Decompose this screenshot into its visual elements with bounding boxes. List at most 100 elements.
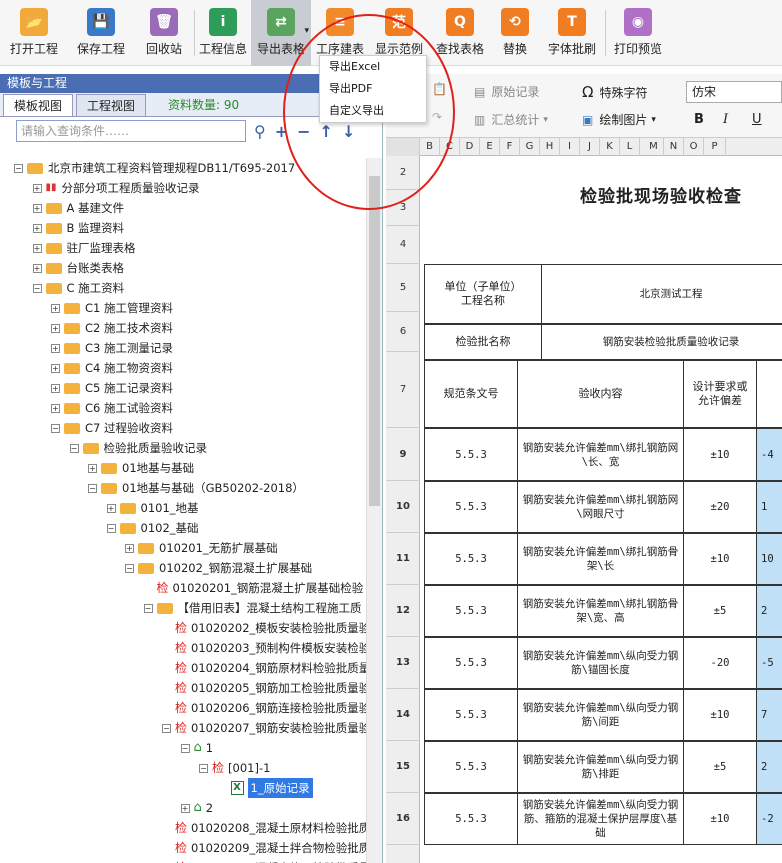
italic-button[interactable]: I: [723, 112, 728, 127]
content-cell[interactable]: 钢筋安装允许偏差mm\绑扎钢筋骨架\宽、高: [517, 585, 684, 637]
tree-node[interactable]: + ▮▮ 分部分项工程质量验收记录: [32, 178, 200, 198]
tree-node[interactable]: 检 01020202_模板安装检验批质量验: [162, 618, 366, 638]
tree-node[interactable]: +01地基与基础: [88, 458, 194, 478]
row-number[interactable]: 16: [386, 793, 420, 845]
font-select[interactable]: 仿宋: [686, 81, 782, 103]
expand-toggle-icon[interactable]: −: [32, 283, 42, 293]
expand-toggle-icon[interactable]: +: [51, 403, 60, 413]
toolbar-button-10[interactable]: ◉ 打印预览: [606, 0, 670, 66]
toolbar-button-9[interactable]: T 字体批刷: [539, 0, 605, 66]
row-number[interactable]: 10: [386, 481, 420, 533]
value-cell[interactable]: -4: [756, 428, 782, 481]
column-letter[interactable]: O: [684, 138, 704, 156]
row-number[interactable]: 9: [386, 428, 420, 481]
tree-node[interactable]: + 台账类表格: [32, 258, 124, 278]
tree-node[interactable]: 检 01020206_钢筋连接检验批质量验: [162, 698, 366, 718]
design-cell[interactable]: -20: [683, 637, 757, 689]
design-cell[interactable]: ±10: [683, 533, 757, 585]
tree-node[interactable]: 检 01020209_混凝土拌合物检验批质: [162, 838, 366, 858]
expand-toggle-icon[interactable]: +: [32, 203, 42, 213]
row-number[interactable]: 5: [386, 264, 420, 312]
row-number[interactable]: 11: [386, 533, 420, 585]
row-number[interactable]: 7: [386, 352, 420, 428]
design-cell[interactable]: ±10: [683, 689, 757, 741]
dropdown-item[interactable]: 导出Excel: [320, 56, 426, 78]
expand-toggle-icon[interactable]: −: [199, 763, 208, 773]
header-content-cell[interactable]: 验收内容: [517, 360, 684, 428]
tree-node[interactable]: − C 施工资料: [32, 278, 124, 298]
row-number[interactable]: 6: [386, 312, 420, 352]
row-number[interactable]: 14: [386, 689, 420, 741]
row-number[interactable]: 12: [386, 585, 420, 637]
column-letter[interactable]: G: [520, 138, 540, 156]
expand-toggle-icon[interactable]: −: [162, 723, 171, 733]
value-cell[interactable]: 10: [756, 533, 782, 585]
expand-toggle-icon[interactable]: +: [125, 543, 134, 553]
spec-cell[interactable]: 5.5.3: [424, 793, 518, 845]
expand-toggle-icon[interactable]: −: [88, 483, 97, 493]
content-cell[interactable]: 钢筋安装允许偏差mm\绑扎钢筋网\网眼尺寸: [517, 481, 684, 533]
tree-node[interactable]: − C7 过程验收资料: [51, 418, 173, 438]
tree-node[interactable]: − 01地基与基础（GB50202-2018）: [88, 478, 304, 498]
tree-node[interactable]: 检 01020208_混凝土原材料检验批质: [162, 818, 366, 838]
value-cell[interactable]: 1: [756, 481, 782, 533]
spec-cell[interactable]: 5.5.3: [424, 585, 518, 637]
toolbar-button-2[interactable]: 🗑 回收站: [134, 0, 194, 66]
raw-record-button[interactable]: ▤ 原始记录: [474, 83, 539, 100]
bold-button[interactable]: B: [694, 112, 704, 127]
column-letter[interactable]: C: [440, 138, 460, 156]
column-letter[interactable]: B: [420, 138, 440, 156]
expand-toggle-icon[interactable]: −: [69, 443, 79, 453]
expand-toggle-icon[interactable]: −: [51, 423, 60, 433]
design-cell[interactable]: ±20: [683, 481, 757, 533]
expand-toggle-icon[interactable]: +: [51, 363, 60, 373]
tree-node[interactable]: − 检 [001]-1: [199, 758, 270, 778]
expand-toggle-icon[interactable]: −: [180, 743, 190, 753]
unit-label-cell[interactable]: 单位（子单位） 工程名称: [424, 264, 542, 324]
tree-node[interactable]: + A 基建文件: [32, 198, 124, 218]
tree-node[interactable]: − 010202_钢筋混凝土扩展基础: [125, 558, 312, 578]
content-cell[interactable]: 钢筋安装允许偏差mm\纵向受力钢筋\排距: [517, 741, 684, 793]
tree-node[interactable]: − 北京市建筑工程资料管理规程DB11/T695-2017: [14, 158, 295, 178]
redo-icon[interactable]: ↷: [432, 110, 442, 124]
spec-cell[interactable]: 5.5.3: [424, 533, 518, 585]
column-letter[interactable]: L: [620, 138, 640, 156]
spec-cell[interactable]: 5.5.3: [424, 428, 518, 481]
row-number[interactable]: 13: [386, 637, 420, 689]
remove-icon[interactable]: −: [297, 122, 310, 141]
header-value-cell[interactable]: [756, 360, 782, 428]
content-cell[interactable]: 钢筋安装允许偏差mm\绑扎钢筋网\长、宽: [517, 428, 684, 481]
expand-toggle-icon[interactable]: +: [32, 223, 42, 233]
value-cell[interactable]: -2: [756, 793, 782, 845]
column-letter[interactable]: E: [480, 138, 500, 156]
column-letter[interactable]: P: [704, 138, 726, 156]
column-letter[interactable]: D: [460, 138, 480, 156]
toolbar-button-7[interactable]: Q 查找表格: [429, 0, 491, 66]
expand-toggle-icon[interactable]: +: [51, 303, 60, 313]
expand-toggle-icon[interactable]: −: [125, 563, 134, 573]
dropdown-item[interactable]: 导出PDF: [320, 78, 426, 100]
tree-node[interactable]: + C2 施工技术资料: [51, 318, 173, 338]
design-cell[interactable]: ±5: [683, 741, 757, 793]
design-cell[interactable]: ±5: [683, 585, 757, 637]
content-cell[interactable]: 钢筋安装允许偏差mm\纵向受力钢筋、箍筋的混凝土保护层厚度\基础: [517, 793, 684, 845]
expand-toggle-icon[interactable]: +: [106, 503, 116, 513]
tab-project-view[interactable]: 工程视图: [76, 94, 147, 116]
toolbar-button-0[interactable]: 📂 打开工程: [0, 0, 68, 66]
tree-node[interactable]: +0101_地基: [106, 498, 199, 518]
chevron-down-icon[interactable]: ▾: [304, 26, 309, 36]
move-down-icon[interactable]: ↓: [342, 122, 355, 141]
tree-node[interactable]: − 0102_基础: [106, 518, 199, 538]
search-input[interactable]: 请输入查询条件……: [16, 120, 246, 142]
expand-toggle-icon[interactable]: +: [32, 243, 42, 253]
underline-button[interactable]: U: [752, 112, 762, 127]
tree-node[interactable]: 检 01020205_钢筋加工检验批质量验: [162, 678, 366, 698]
value-cell[interactable]: -5: [756, 637, 782, 689]
tree-node[interactable]: + C6 施工试验资料: [51, 398, 173, 418]
column-letter[interactable]: J: [580, 138, 600, 156]
row-number[interactable]: 15: [386, 741, 420, 793]
value-cell[interactable]: 2: [756, 585, 782, 637]
scrollbar-thumb[interactable]: [369, 176, 380, 506]
batch-label-cell[interactable]: 检验批名称: [424, 324, 542, 360]
expand-toggle-icon[interactable]: +: [51, 383, 60, 393]
